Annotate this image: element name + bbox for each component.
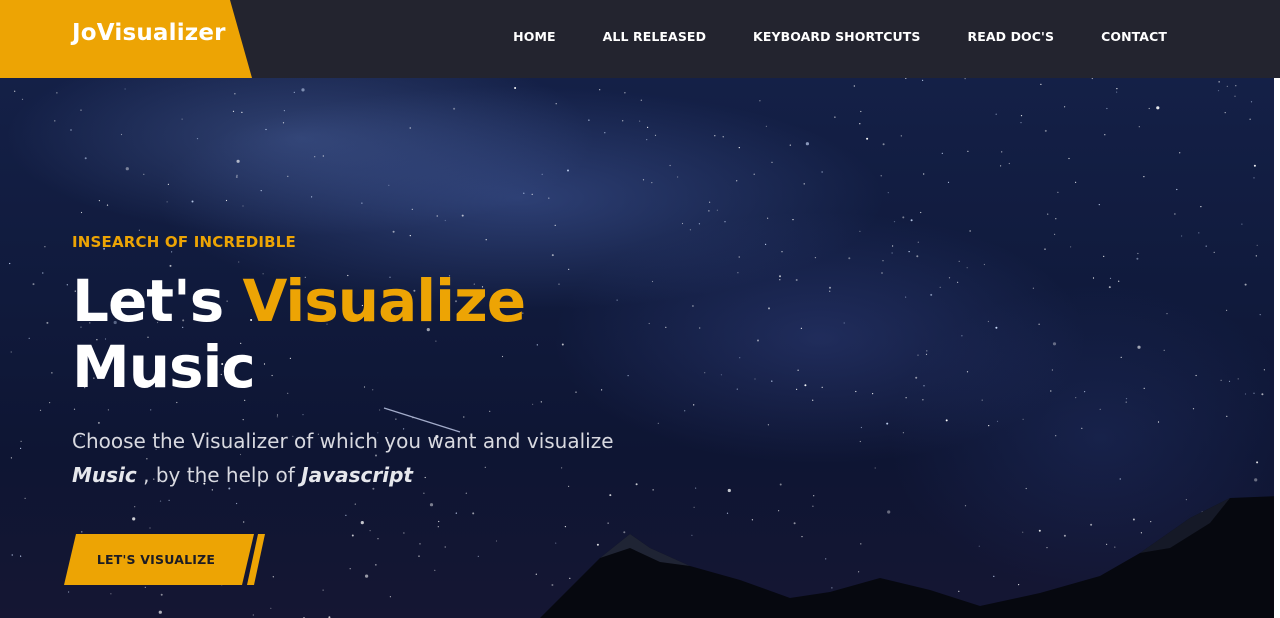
page-edge-strip — [1274, 78, 1280, 618]
main-nav: HOME ALL RELEASED KEYBOARD SHORTCUTS REA… — [513, 29, 1167, 44]
nav-keyboard-shortcuts-link[interactable]: KEYBOARD SHORTCUTS — [753, 29, 920, 44]
hero-title-accent: Visualize — [242, 267, 527, 335]
hero-subtitle-part2: , by the help of — [136, 463, 302, 487]
landing-page: JoVisualizer HOME ALL RELEASED KEYBOARD … — [0, 0, 1280, 618]
hero-subtitle-javascript: Javascript — [301, 463, 413, 487]
lets-visualize-button[interactable]: LET'S VISUALIZE — [64, 534, 254, 585]
hero-title-part2: Music — [72, 333, 256, 401]
nav-contact-link[interactable]: CONTACT — [1101, 29, 1167, 44]
hero-title: Let's Visualize Music — [72, 267, 527, 401]
hero-subtitle-music: Music — [72, 463, 137, 487]
nav-home-link[interactable]: HOME — [513, 29, 555, 44]
hero-eyebrow: INSEARCH OF INCREDIBLE — [72, 233, 296, 251]
nav-read-docs-link[interactable]: READ DOC'S — [968, 29, 1055, 44]
brand-logo-text[interactable]: JoVisualizer — [72, 20, 226, 46]
hero-subtitle-part1: Choose the Visualizer of which you want … — [72, 429, 614, 453]
nav-all-released-link[interactable]: ALL RELEASED — [603, 29, 706, 44]
hero-subtitle: Choose the Visualizer of which you want … — [72, 424, 632, 492]
hero-title-part1: Let's — [72, 267, 243, 335]
top-navbar: JoVisualizer HOME ALL RELEASED KEYBOARD … — [0, 0, 1280, 78]
